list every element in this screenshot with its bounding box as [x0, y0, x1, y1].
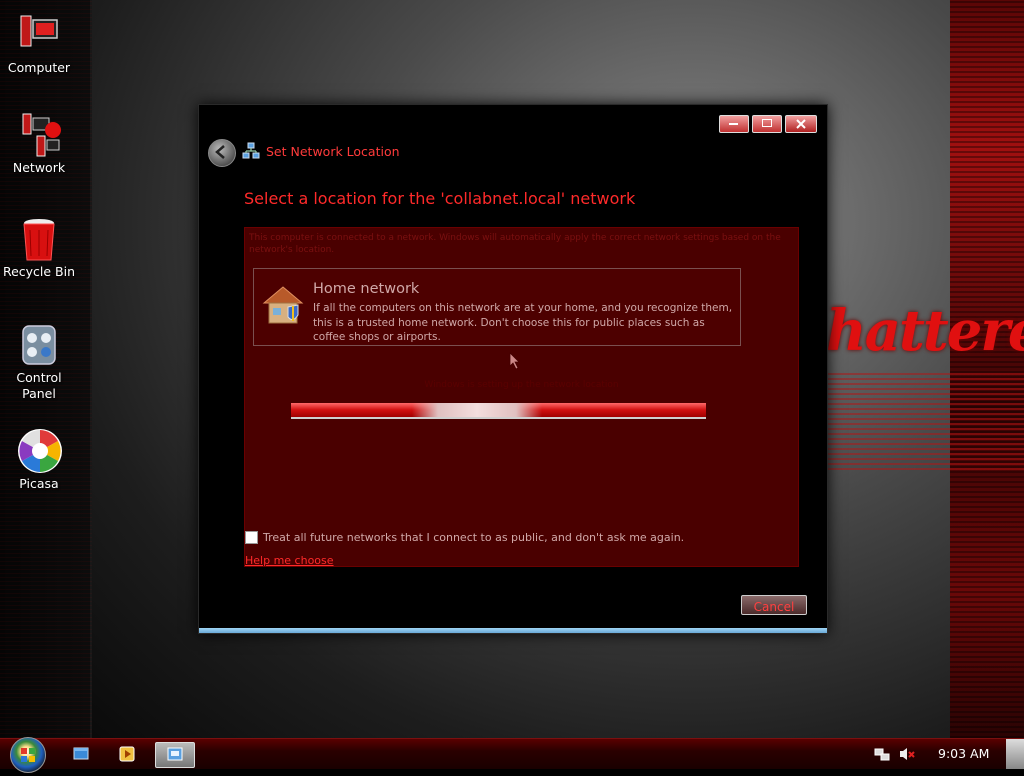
status-text: Windows is setting up the network locati…: [424, 380, 619, 390]
taskbar-clock[interactable]: 9:03 AM: [938, 746, 989, 761]
network-tray-icon[interactable]: [874, 746, 890, 762]
public-networks-option: Treat all future networks that I connect…: [245, 531, 684, 544]
show-desktop-corner[interactable]: [1006, 739, 1024, 769]
wallpaper-right: [950, 0, 1024, 738]
media-player-icon: [119, 746, 135, 762]
maximize-icon: [762, 119, 772, 127]
computer-icon: [17, 12, 61, 56]
desktop-icon-recycle-bin[interactable]: Recycle Bin: [0, 216, 78, 280]
window-title: Set Network Location: [266, 144, 400, 159]
desktop-icon-label: Picasa: [19, 476, 59, 491]
desktop-icon-control-panel[interactable]: Control Panel: [0, 322, 78, 402]
window-bottom-edge: [199, 628, 827, 633]
desktop-icon-picasa[interactable]: Picasa: [0, 428, 78, 492]
taskbar-item-network-location[interactable]: [155, 742, 195, 768]
set-network-location-window: Set Network Location Select a location f…: [198, 104, 828, 634]
home-network-icon: [260, 281, 306, 327]
close-icon: [796, 119, 806, 129]
wallpaper-graffiti: hatterer: [826, 298, 1024, 364]
desktop-icon-label: Control Panel: [16, 370, 62, 401]
quicklaunch-media-player[interactable]: [112, 742, 142, 766]
recycle-bin-icon: [17, 216, 61, 261]
panel-description: This computer is connected to a network.…: [249, 233, 781, 255]
wallpaper-band: [826, 370, 1024, 470]
network-window-icon: [167, 747, 183, 761]
taskbar: 9:03 AM: [0, 737, 1024, 773]
desktop-icon-computer[interactable]: Computer: [0, 12, 78, 76]
network-location-icon: [242, 142, 260, 160]
windows-logo-icon: [21, 748, 35, 762]
back-button[interactable]: [208, 139, 236, 167]
home-network-description: If all the computers on this network are…: [313, 302, 733, 343]
window-controls: [719, 115, 817, 133]
window-content: Select a location for the 'collabnet.loc…: [207, 169, 819, 625]
progress-marquee: [412, 403, 542, 417]
window-titlebar: Set Network Location: [199, 135, 827, 169]
desktop-icon-label: Network: [12, 160, 66, 175]
quicklaunch-show-desktop[interactable]: [66, 742, 96, 766]
cancel-button[interactable]: Cancel: [741, 595, 807, 615]
desktop-icon-network[interactable]: Network: [0, 112, 78, 176]
public-networks-checkbox[interactable]: [245, 531, 258, 544]
home-network-option[interactable]: Home network If all the computers on thi…: [253, 268, 741, 346]
network-icon: [17, 112, 61, 157]
control-panel-icon: [17, 322, 61, 366]
desktop: hatterer Computer Network: [0, 0, 1024, 738]
minimize-icon: [729, 123, 738, 125]
maximize-button[interactable]: [752, 115, 782, 133]
back-arrow-icon: [215, 145, 225, 159]
volume-muted-icon[interactable]: [898, 746, 915, 762]
minimize-button[interactable]: [719, 115, 749, 133]
close-button[interactable]: [785, 115, 817, 133]
page-heading: Select a location for the 'collabnet.loc…: [244, 189, 636, 208]
help-me-choose-link[interactable]: Help me choose: [245, 554, 334, 567]
public-networks-label: Treat all future networks that I connect…: [263, 531, 685, 544]
picasa-icon: [17, 428, 62, 473]
desktop-icon-label: Recycle Bin: [2, 264, 76, 279]
desktop-icon-label: Computer: [7, 60, 71, 75]
mouse-cursor-icon: [509, 352, 520, 370]
show-desktop-icon: [73, 747, 89, 760]
progress-bar: [291, 403, 706, 419]
home-network-title: Home network: [313, 281, 420, 297]
location-panel: This computer is connected to a network.…: [244, 227, 799, 567]
